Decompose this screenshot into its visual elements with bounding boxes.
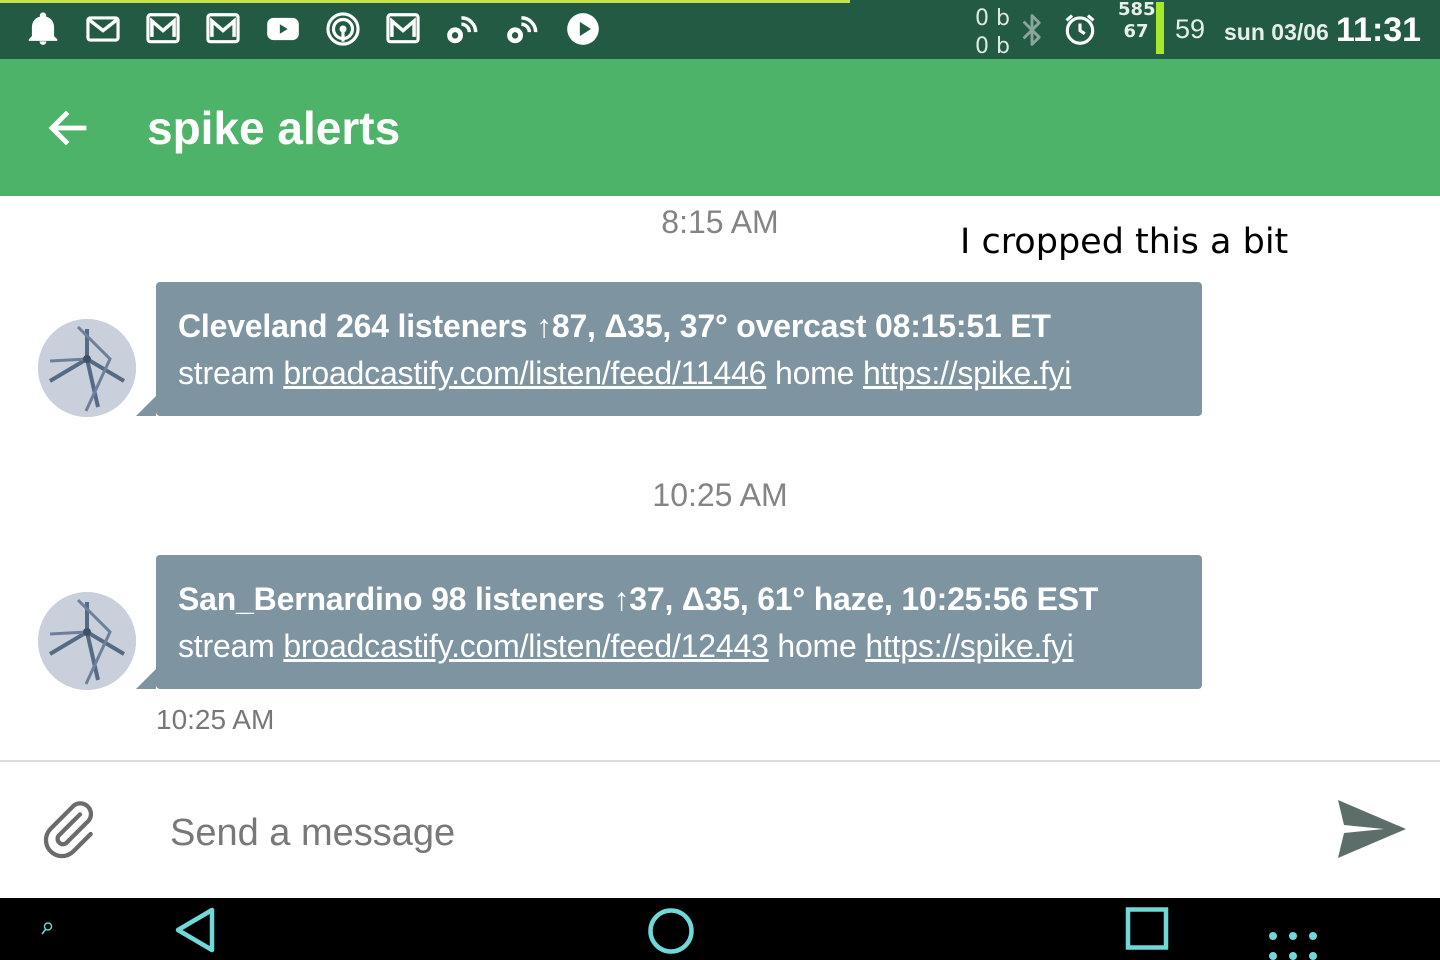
status-date: sun 03/06 (1224, 19, 1329, 45)
page-title: spike alerts (147, 102, 401, 154)
status-clock: 11:31 (1336, 11, 1422, 49)
play-icon (562, 8, 604, 50)
stream-prefix: stream (178, 355, 275, 391)
attach-icon[interactable] (36, 796, 100, 862)
stream-link[interactable]: broadcastify.com/listen/feed/11446 (283, 355, 766, 391)
youtube-icon (262, 8, 304, 50)
signal-readout: 585 67 (1118, 0, 1156, 43)
gmail-icon (82, 8, 124, 50)
time-separator: 10:25 AM (652, 477, 788, 513)
home-prefix: home (774, 355, 855, 391)
message-links-line: stream broadcastify.com/listen/feed/1144… (178, 346, 1180, 400)
rss-icon (442, 8, 484, 50)
nav-recent-apps-icon[interactable] (1124, 905, 1170, 953)
back-arrow-icon[interactable] (44, 104, 92, 152)
nav-home-icon[interactable] (644, 904, 698, 958)
gmail-icon (202, 8, 244, 50)
battery-level: 59 (1175, 14, 1206, 44)
alarm-clock-icon (1065, 14, 1095, 45)
message-input[interactable] (170, 803, 1270, 863)
podcast-icon (322, 8, 364, 50)
gmail-icon (142, 8, 184, 50)
bluetooth-icon (1022, 14, 1041, 46)
message-bubble[interactable]: San_Bernardino 98 listeners ↑37, Δ35, 61… (136, 555, 1202, 689)
signal-top-text: 585 (1118, 0, 1156, 20)
message-headline: San_Bernardino 98 listeners ↑37, Δ35, 61… (178, 581, 1099, 617)
network-speed: 0 b 0 b (975, 5, 1010, 61)
gmail-icon (382, 8, 424, 50)
nav-menu-icon[interactable] (1266, 926, 1320, 960)
screen: 0 b 0 b 585 67 59 sun 03/06 11:31 spike … (0, 0, 1440, 960)
bell-icon (22, 8, 64, 50)
notification-icons[interactable] (22, 8, 604, 50)
stream-link[interactable]: broadcastify.com/listen/feed/12443 (283, 628, 769, 664)
message-links-line: stream broadcastify.com/listen/feed/1244… (178, 619, 1180, 673)
search-icon[interactable] (40, 921, 54, 937)
nav-back-icon[interactable] (170, 904, 222, 956)
message-timestamp: 10:25 AM (156, 704, 275, 735)
message-headline: Cleveland 264 listeners ↑87, Δ35, 37° ov… (178, 308, 1051, 344)
net-down-text: 0 b (975, 34, 1010, 59)
crop-annotation: I cropped this a bit (960, 222, 1289, 262)
home-prefix: home (777, 628, 857, 664)
avatar[interactable] (38, 319, 136, 417)
send-icon[interactable] (1334, 796, 1410, 862)
home-link[interactable]: https://spike.fyi (863, 355, 1071, 391)
net-up-text: 0 b (975, 6, 1010, 31)
battery-bar (1156, 2, 1164, 54)
home-link[interactable]: https://spike.fyi (865, 628, 1073, 664)
download-progress-line (0, 0, 850, 3)
stream-prefix: stream (178, 628, 275, 664)
message-bubble[interactable]: Cleveland 264 listeners ↑87, Δ35, 37° ov… (136, 282, 1202, 416)
status-bar: 0 b 0 b 585 67 59 sun 03/06 11:31 (0, 0, 1440, 59)
avatar[interactable] (38, 592, 136, 690)
rss-icon (502, 8, 544, 50)
signal-bottom-text: 67 (1123, 21, 1149, 42)
